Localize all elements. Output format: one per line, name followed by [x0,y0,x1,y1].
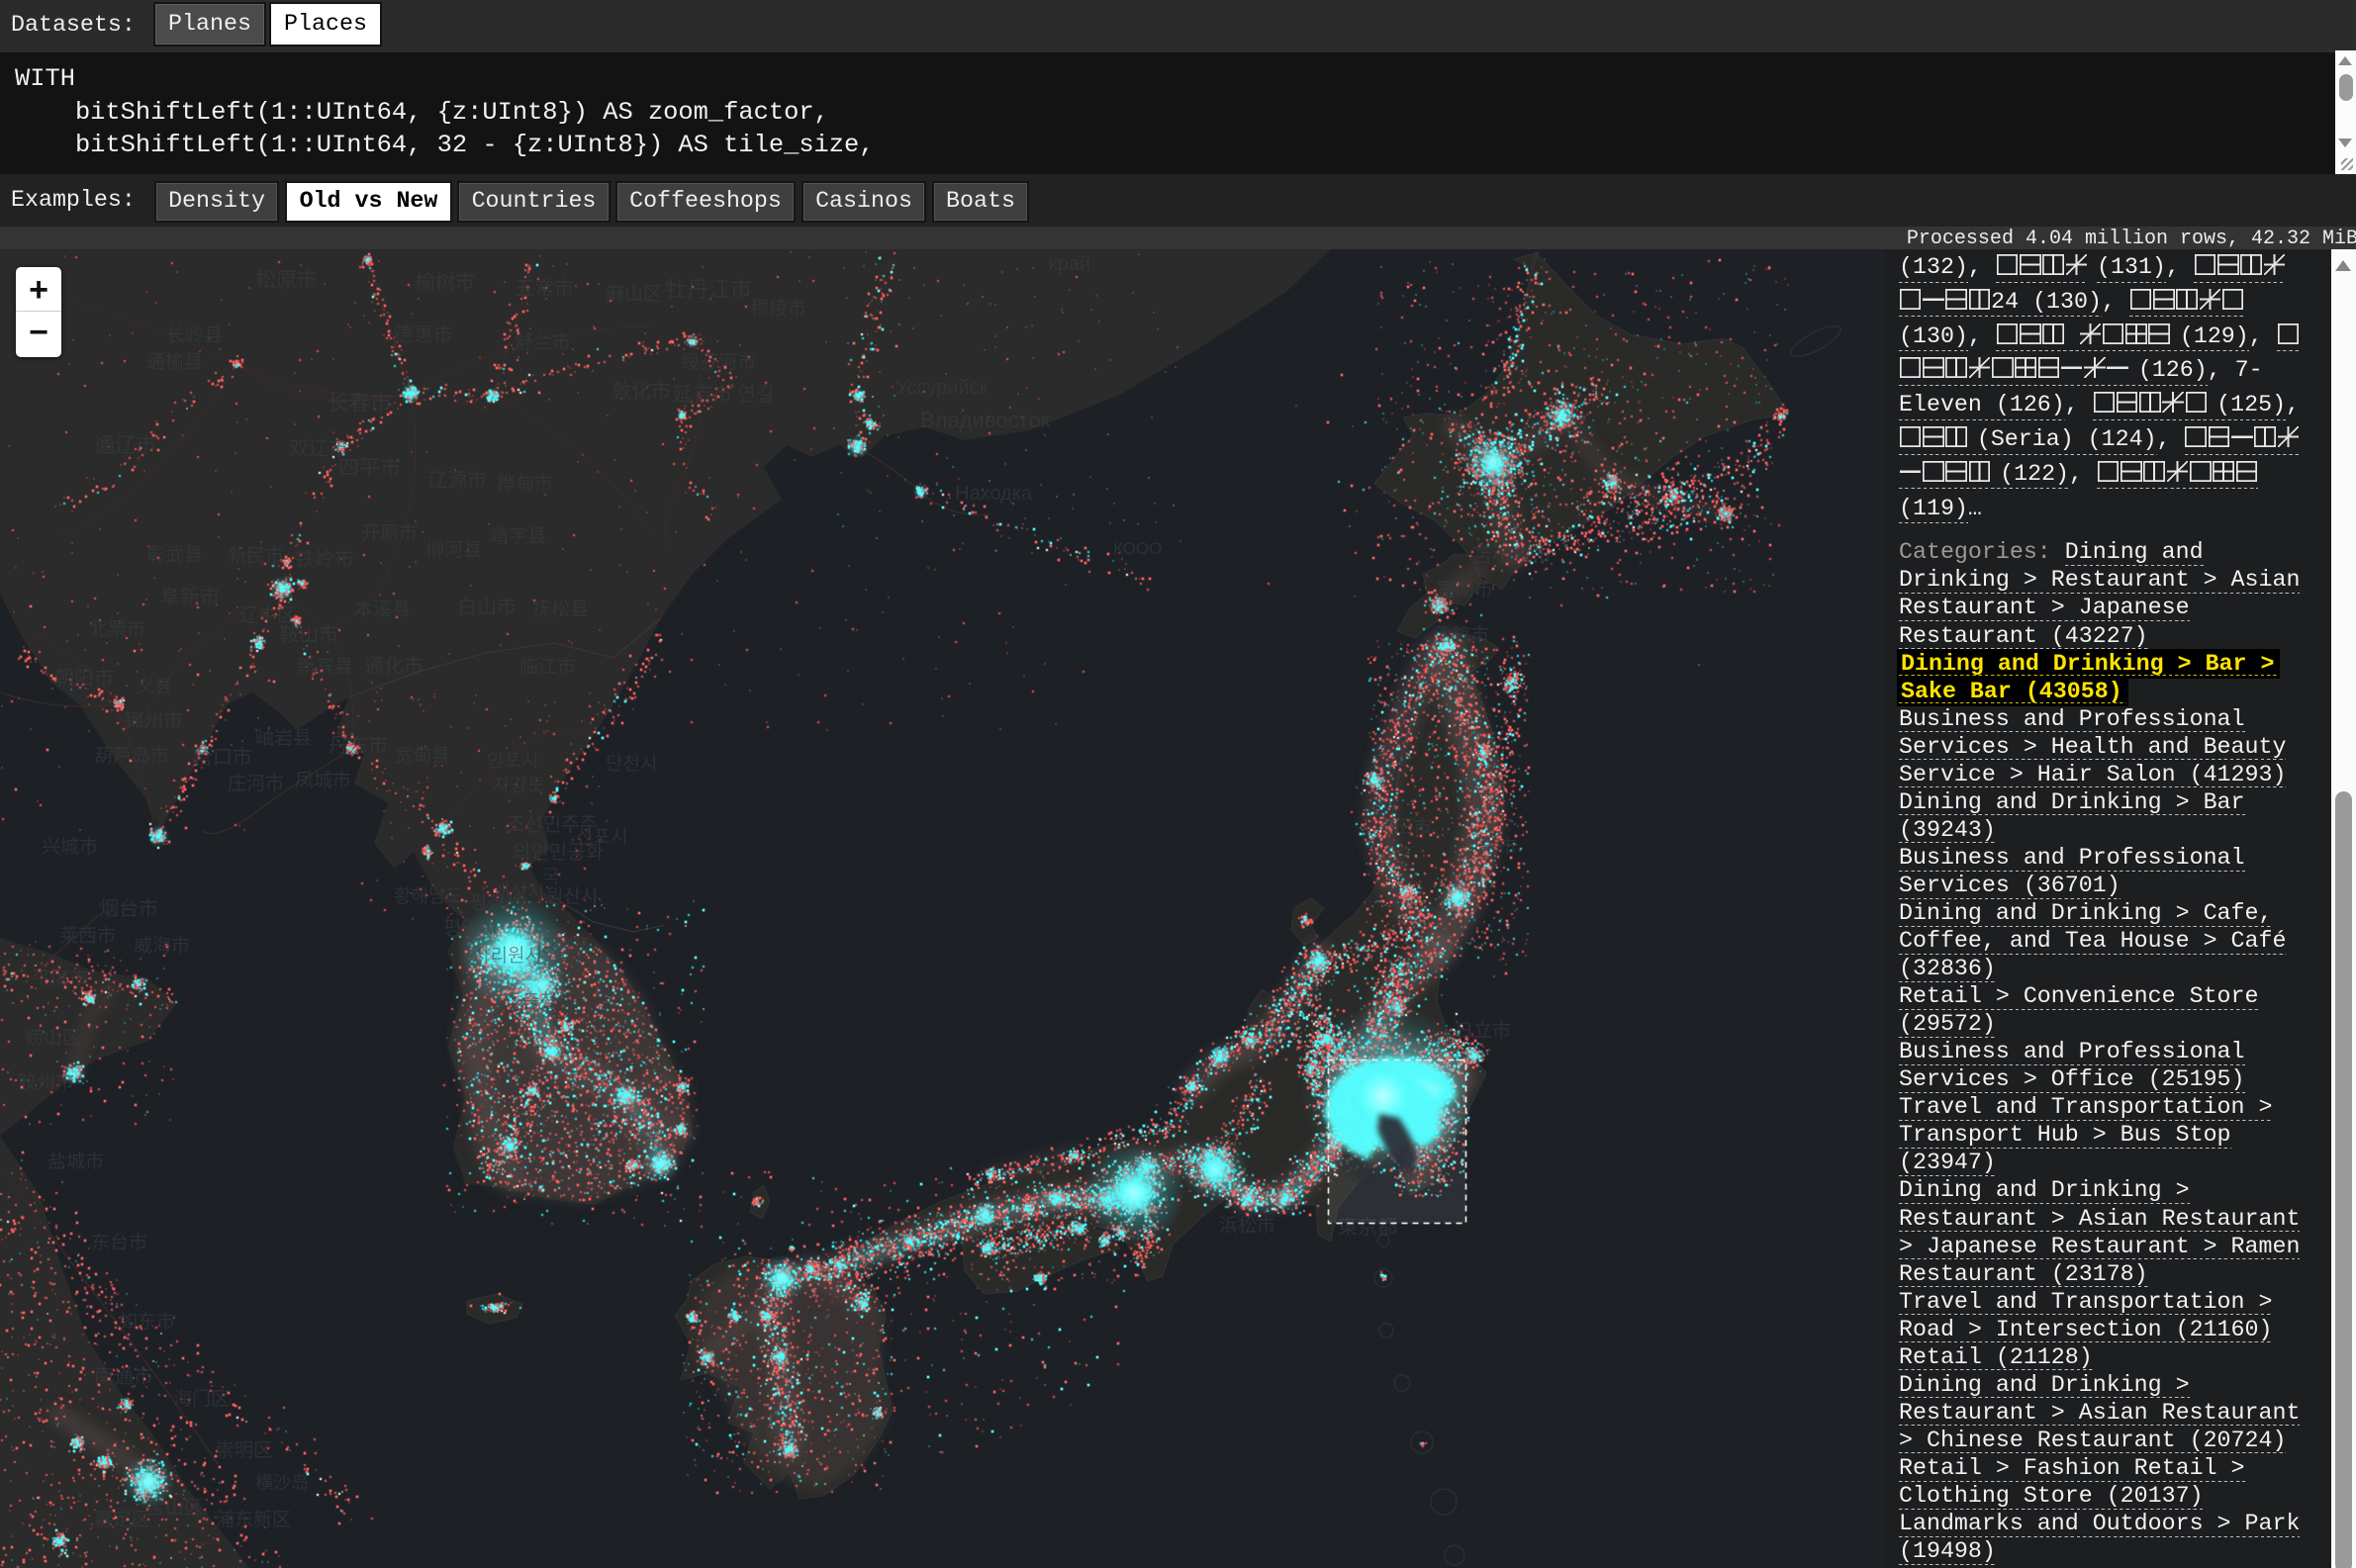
svg-text:通榆县: 通榆县 [146,351,203,373]
svg-text:通辽市: 通辽市 [94,434,156,457]
svg-text:五常市: 五常市 [515,277,574,300]
svg-text:신포시: 신포시 [576,826,627,848]
svg-text:室蘭市: 室蘭市 [1437,579,1493,600]
svg-text:충청도: 충청도 [522,990,574,1012]
svg-text:원산시: 원산시 [546,885,598,907]
svg-text:函館市: 函館市 [1433,624,1489,646]
svg-text:浦东新区: 浦东新区 [216,1509,291,1530]
svg-text:市: 市 [1437,1027,1456,1049]
svg-text:凤城市: 凤城市 [295,770,351,791]
svg-text:사리원시: 사리원시 [473,945,542,967]
svg-text:北票市: 北票市 [89,618,145,640]
svg-text:长岭县: 长岭县 [166,324,223,346]
svg-text:锦州市: 锦州市 [124,709,183,732]
svg-text:德惠市: 德惠市 [394,323,453,346]
svg-text:辽源市: 辽源市 [427,469,487,492]
svg-text:Владивосток: Владивосток [920,408,1051,432]
svg-text:개성시: 개성시 [493,881,544,903]
svg-text:岫岩县: 岫岩县 [255,727,312,749]
svg-text:浜松市: 浜松市 [1219,1215,1275,1237]
svg-text:崇明区: 崇明区 [216,1439,272,1461]
svg-text:辽中区: 辽中区 [239,604,296,626]
svg-text:威海市: 威海市 [134,935,190,957]
svg-text:榆树市: 榆树市 [416,271,475,294]
svg-text:朝阳市: 朝阳市 [54,667,114,690]
svg-text:葫芦岛市: 葫芦岛市 [94,745,169,767]
svg-text:新宾县: 新宾县 [297,656,353,678]
svg-text:宽甸县: 宽甸县 [394,745,450,767]
svg-text:부산: 부산 [641,1126,676,1148]
svg-text:울산: 울산 [606,1040,640,1061]
svg-text:阜新市: 阜新市 [160,586,220,608]
svg-text:南通市: 南通市 [94,1365,153,1388]
svg-text:麻山区: 麻山区 [606,283,662,305]
svg-text:白山市: 白山市 [457,596,517,618]
svg-text:酒田市: 酒田市 [1375,816,1432,838]
svg-text:край: край [1049,253,1090,275]
svg-text:如东市: 如东市 [119,1311,175,1333]
svg-text:苫小牧市: 苫小牧市 [1472,544,1552,567]
svg-text:通化市: 通化市 [364,655,424,678]
svg-text:柳河县: 柳河县 [425,539,482,561]
svg-text:敦化市: 敦化市 [612,380,671,403]
svg-text:开原市: 开原市 [361,522,418,544]
svg-text:舒兰市: 舒兰市 [515,331,571,353]
svg-text:莱西市: 莱西市 [59,925,116,947]
svg-text:长春市: 长春市 [327,391,392,415]
svg-text:铁岭市: 铁岭市 [295,548,354,571]
svg-text:庄河市: 庄河市 [228,773,284,794]
svg-text:义县: 义县 [137,677,172,696]
svg-text:宝山区: 宝山区 [146,1497,203,1519]
svg-text:단천시: 단천시 [606,753,657,775]
svg-text:靖宇县: 靖宇县 [490,525,546,547]
svg-text:横沙岛: 横沙岛 [255,1473,309,1493]
svg-text:牡丹江市: 牡丹江市 [665,277,752,302]
svg-text:日立市: 日立市 [1455,1020,1511,1042]
svg-text:崂山区: 崂山区 [25,1027,81,1049]
svg-text:평양시: 평양시 [443,917,498,940]
svg-text:海门区: 海门区 [173,1388,230,1410]
svg-text:穆棱市: 穆棱市 [750,298,806,320]
svg-text:延吉市 연길: 延吉市 연길 [673,383,774,406]
svg-text:烟台市: 烟台市 [99,897,158,920]
svg-text:안포시: 안포시 [487,750,538,772]
svg-text:松原市: 松原市 [255,269,318,292]
svg-text:四平市: 四平市 [338,457,401,480]
svg-text:绥芬河市: 绥芬河市 [681,351,756,373]
svg-text:东台市: 东台市 [91,1232,147,1253]
svg-text:平度市: 平度市 [32,968,88,989]
svg-text:新民市: 新民市 [228,545,284,567]
svg-text:국: 국 [542,867,559,887]
svg-text:嘉定区: 嘉定区 [94,1509,150,1530]
svg-text:桦甸市: 桦甸市 [497,473,553,495]
svg-text:抚松县: 抚松县 [532,599,589,620]
svg-text:胶州市: 胶州市 [18,1071,74,1093]
svg-text:Находка: Находка [955,483,1033,505]
svg-text:兴城市: 兴城市 [42,836,98,858]
svg-text:КООО: КООО [1113,539,1162,558]
svg-text:盐城市: 盐城市 [47,1151,104,1172]
svg-text:临江市: 临江市 [519,656,576,678]
svg-text:鞍山市: 鞍山市 [279,623,338,646]
svg-text:丹东市: 丹东市 [329,734,388,757]
svg-text:황해남도: 황해남도 [394,885,463,907]
svg-text:本溪县: 本溪县 [354,599,411,620]
svg-text:자강도: 자강도 [493,775,544,796]
svg-text:Уссурийск: Уссурийск [895,377,989,399]
svg-text:营口市: 营口市 [193,746,252,769]
svg-text:米市: 米市 [1479,836,1517,858]
svg-text:강원도: 강원도 [539,935,591,957]
svg-text:彰武县: 彰武县 [146,544,203,566]
